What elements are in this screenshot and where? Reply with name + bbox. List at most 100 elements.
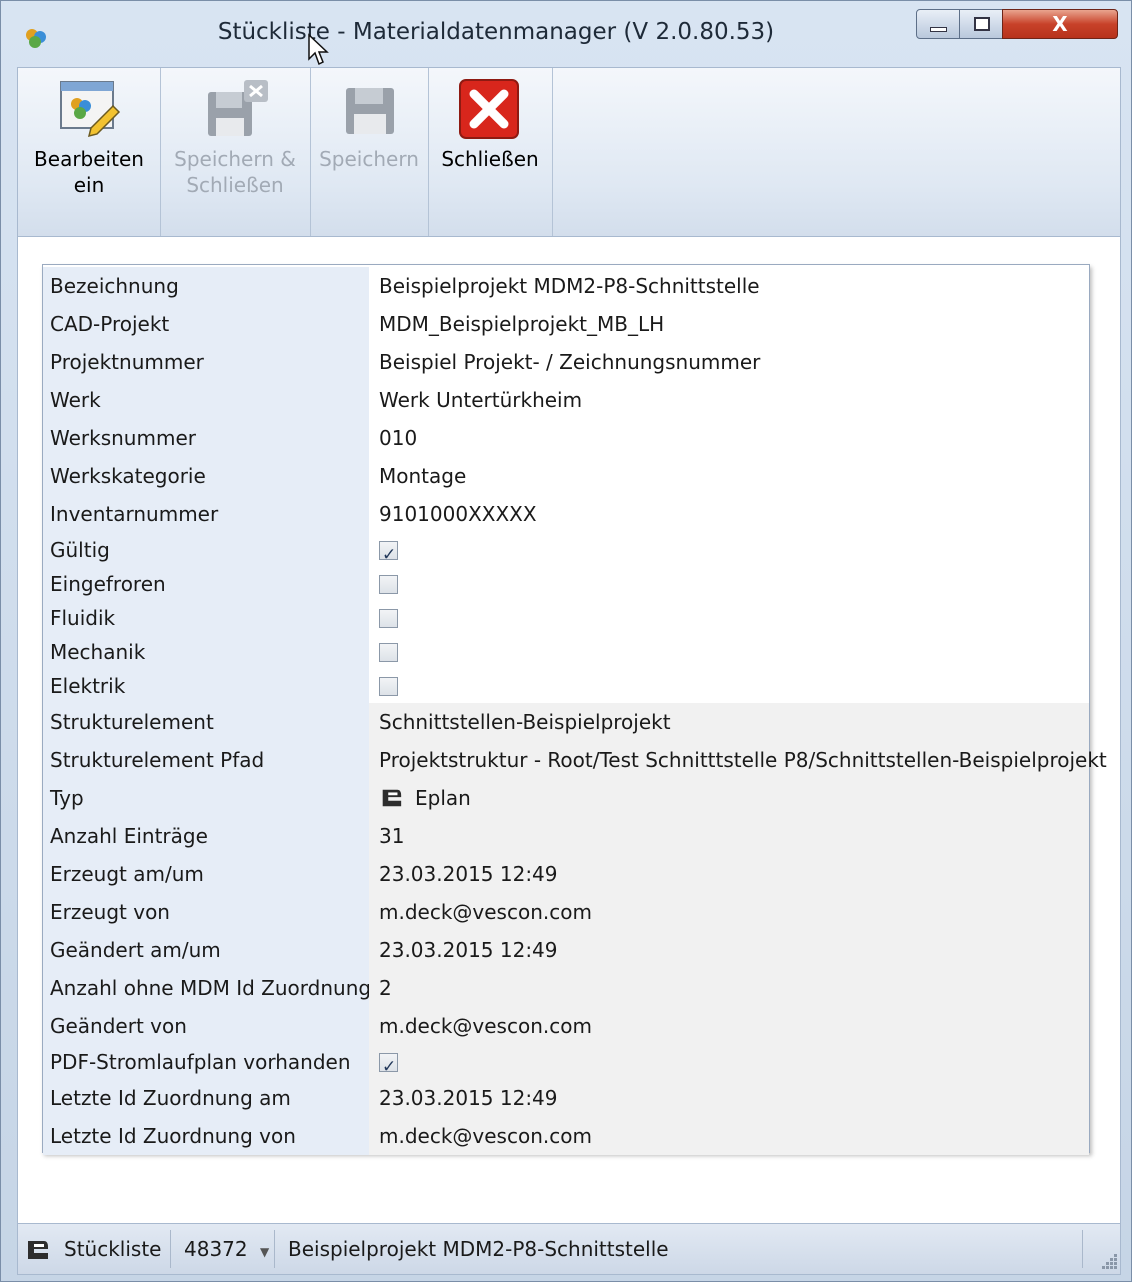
property-row: Elektrik bbox=[43, 669, 1089, 703]
property-row: Werksnummer 010 bbox=[43, 419, 1089, 457]
save-button[interactable]: Speichern bbox=[310, 68, 429, 236]
checkbox-checked[interactable] bbox=[379, 538, 398, 572]
close-icon: X bbox=[1052, 12, 1068, 36]
property-value: m.deck@vescon.com bbox=[369, 893, 1089, 931]
property-value-text: Eplan bbox=[415, 786, 471, 810]
property-row: Gültig bbox=[43, 533, 1089, 572]
property-label: Fluidik bbox=[43, 601, 369, 635]
minimize-button[interactable] bbox=[916, 9, 960, 39]
property-row: Inventarnummer 9101000XXXXX bbox=[43, 495, 1089, 533]
property-value: 2 bbox=[369, 969, 1089, 1007]
property-row: Erzeugt von m.deck@vescon.com bbox=[43, 893, 1089, 931]
property-label: Strukturelement Pfad bbox=[43, 741, 369, 779]
property-value: m.deck@vescon.com bbox=[369, 1117, 1089, 1155]
checkbox-unchecked[interactable] bbox=[379, 574, 398, 594]
property-label: Werksnummer bbox=[43, 419, 369, 457]
property-value: Montage bbox=[379, 464, 467, 488]
checkbox-unchecked[interactable] bbox=[379, 642, 398, 662]
property-row: Typ Eplan bbox=[43, 779, 1089, 817]
save-close-label-line1: Speichern & bbox=[174, 147, 296, 171]
property-row: Bezeichnung Beispielprojekt MDM2-P8-Schni… bbox=[43, 267, 1089, 305]
save-button-label: Speichern bbox=[319, 147, 419, 171]
property-row: Strukturelement Schnittstellen-Beispielpr… bbox=[43, 703, 1089, 741]
floppy-disk-icon bbox=[346, 88, 394, 134]
close-button[interactable]: Schließen bbox=[428, 68, 553, 236]
maximize-button[interactable] bbox=[959, 9, 1003, 39]
chevron-down-icon: ▼ bbox=[259, 1245, 270, 1259]
property-row: Eingefroren bbox=[43, 567, 1089, 601]
property-label: Gültig bbox=[43, 533, 369, 567]
property-row: Anzahl ohne MDM Id Zuordnung 2 bbox=[43, 969, 1089, 1007]
save-and-close-button[interactable]: Speichern & Schließen bbox=[160, 68, 311, 236]
save-close-icon bbox=[208, 80, 268, 136]
property-label: Werk bbox=[43, 381, 369, 419]
property-checkbox-cell bbox=[369, 635, 1089, 669]
property-checkbox-cell bbox=[369, 567, 1089, 601]
save-close-label-line2: Schließen bbox=[186, 173, 284, 197]
property-row: Geändert von m.deck@vescon.com bbox=[43, 1007, 1089, 1045]
checkbox-unchecked[interactable] bbox=[379, 608, 398, 628]
property-row: Anzahl Einträge 31 bbox=[43, 817, 1089, 855]
status-separator bbox=[274, 1230, 275, 1268]
property-row: Mechanik bbox=[43, 635, 1089, 669]
property-checkbox-cell bbox=[369, 669, 1089, 703]
property-label: Eingefroren bbox=[43, 567, 369, 601]
property-label: Bezeichnung bbox=[43, 267, 369, 305]
close-window-button[interactable]: X bbox=[1002, 9, 1118, 39]
property-label: Elektrik bbox=[43, 669, 369, 703]
property-value: Eplan bbox=[369, 779, 1089, 817]
status-document-type: Stückliste bbox=[64, 1237, 162, 1261]
property-label: Geändert von bbox=[43, 1007, 369, 1045]
edit-button[interactable]: Bearbeiten ein bbox=[18, 68, 161, 236]
edit-button-label-line1: Bearbeiten bbox=[34, 147, 144, 171]
property-value: 23.03.2015 12:49 bbox=[369, 855, 1089, 893]
resize-grip-icon[interactable] bbox=[1100, 1252, 1118, 1270]
property-label: CAD-Projekt bbox=[43, 305, 369, 343]
eplan-icon bbox=[28, 1241, 48, 1259]
property-value: Werk Untertürkheim bbox=[379, 388, 583, 412]
property-label: Typ bbox=[43, 779, 369, 817]
checkbox-unchecked[interactable] bbox=[379, 676, 398, 696]
property-label: PDF-Stromlaufplan vorhanden bbox=[43, 1045, 369, 1079]
status-separator bbox=[1082, 1230, 1083, 1268]
status-document-id: 48372 bbox=[184, 1237, 248, 1261]
property-row: Letzte Id Zuordnung am 23.03.2015 12:49 bbox=[43, 1079, 1089, 1117]
property-value: Projektstruktur - Root/Test Schnitttstel… bbox=[369, 741, 1107, 779]
property-label: Geändert am/um bbox=[43, 931, 369, 969]
property-label: Letzte Id Zuordnung von bbox=[43, 1117, 369, 1155]
edit-button-label-line2: ein bbox=[73, 173, 105, 197]
property-label: Strukturelement bbox=[43, 703, 369, 741]
property-value: Beispiel Projekt- / Zeichnungsnummer bbox=[379, 350, 761, 374]
property-checkbox-cell bbox=[369, 533, 1089, 572]
checkbox-checked[interactable] bbox=[379, 1050, 398, 1084]
property-row: Geändert am/um 23.03.2015 12:49 bbox=[43, 931, 1089, 969]
property-value: 23.03.2015 12:49 bbox=[369, 1079, 1089, 1117]
property-label: Mechanik bbox=[43, 635, 369, 669]
red-x-close-icon bbox=[459, 79, 519, 139]
property-row: Fluidik bbox=[43, 601, 1089, 635]
status-document-id-dropdown[interactable]: 48372 ▼ bbox=[184, 1224, 269, 1274]
close-button-label: Schließen bbox=[441, 147, 539, 171]
property-label: Inventarnummer bbox=[43, 495, 369, 533]
minimize-icon bbox=[930, 27, 947, 32]
property-label: Anzahl ohne MDM Id Zuordnung bbox=[43, 969, 371, 1007]
property-row: Werk Werk Untertürkheim bbox=[43, 381, 1089, 419]
property-row: Letzte Id Zuordnung von m.deck@vescon.com bbox=[43, 1117, 1089, 1155]
property-label: Anzahl Einträge bbox=[43, 817, 369, 855]
property-value: 9101000XXXXX bbox=[379, 502, 537, 526]
property-value: m.deck@vescon.com bbox=[369, 1007, 1089, 1045]
property-row: CAD-Projekt MDM_Beispielprojekt_MB_LH bbox=[43, 305, 1089, 343]
property-value: 010 bbox=[379, 426, 418, 450]
property-checkbox-cell bbox=[369, 601, 1089, 635]
property-label: Werkskategorie bbox=[43, 457, 369, 495]
property-grid: Bezeichnung Beispielprojekt MDM2-P8-Schni… bbox=[42, 264, 1107, 1155]
eplan-icon bbox=[382, 789, 402, 807]
property-value: MDM_Beispielprojekt_MB_LH bbox=[379, 312, 665, 336]
property-row: PDF-Stromlaufplan vorhanden bbox=[43, 1045, 1089, 1084]
title-bar[interactable]: Stückliste - Materialdatenmanager (V 2.0… bbox=[1, 1, 1131, 67]
status-separator bbox=[170, 1230, 171, 1268]
property-value: Beispielprojekt MDM2-P8-Schnittstelle bbox=[379, 274, 760, 298]
property-row: Werkskategorie Montage bbox=[43, 457, 1089, 495]
window-title: Stückliste - Materialdatenmanager (V 2.0… bbox=[217, 19, 775, 45]
edit-form-icon bbox=[60, 81, 121, 138]
